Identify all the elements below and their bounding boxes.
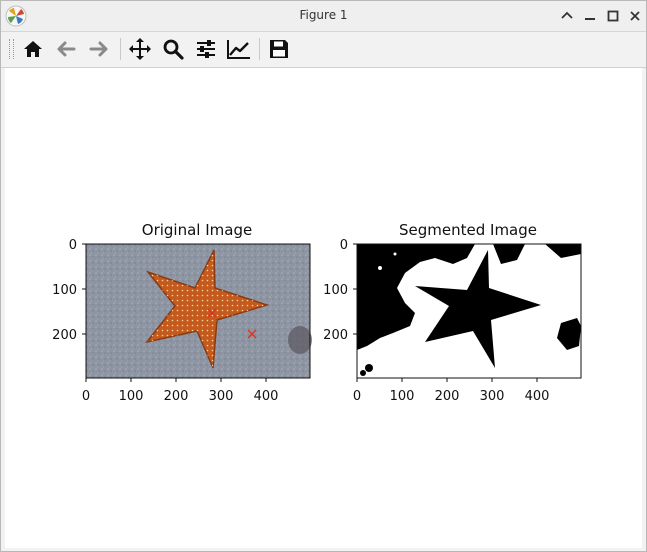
navigation-toolbar	[1, 32, 646, 68]
right-xtick-label: 400	[525, 389, 550, 404]
left-xtick-label: 100	[119, 389, 144, 404]
left-axes: Original Image 0 100 200 300 400 0 100 2…	[52, 221, 312, 404]
window-title: Figure 1	[299, 8, 348, 22]
right-xtick-label: 200	[435, 389, 460, 404]
left-xtick-label: 0	[82, 389, 90, 404]
save-button[interactable]	[266, 36, 292, 62]
forward-arrow-icon	[89, 41, 108, 57]
back-button[interactable]	[53, 36, 79, 62]
left-xtick-label: 400	[254, 389, 279, 404]
figure-canvas[interactable]: Original Image 0 100 200 300 400 0 100 2…	[5, 68, 642, 548]
left-ytick-label: 200	[52, 328, 77, 343]
maximize-icon[interactable]	[604, 7, 622, 25]
minimize-chevron-icon[interactable]	[558, 7, 576, 25]
zoom-icon	[163, 39, 184, 60]
title-bar[interactable]: Figure 1	[1, 1, 646, 32]
left-xtick-label: 200	[164, 389, 189, 404]
minimize-icon[interactable]	[581, 7, 599, 25]
left-axes-title: Original Image	[142, 221, 252, 239]
edit-axes-icon	[227, 40, 250, 59]
forward-button[interactable]	[86, 36, 112, 62]
left-ytick-label: 100	[52, 283, 77, 298]
figure-plot: Original Image 0 100 200 300 400 0 100 2…	[52, 221, 582, 404]
configure-subplots-button[interactable]	[193, 36, 219, 62]
home-icon	[24, 41, 42, 57]
right-axes-title: Segmented Image	[399, 221, 537, 239]
figure-window: Figure 1 Original Image 0 100 200 300 40…	[0, 0, 647, 552]
left-xtick-label: 300	[209, 389, 234, 404]
toolbar-separator	[120, 38, 121, 60]
save-icon	[270, 40, 288, 58]
home-button[interactable]	[20, 36, 46, 62]
right-axes: Segmented Image 0 100 200 300 400 0 100 …	[323, 221, 582, 404]
zoom-button[interactable]	[160, 36, 186, 62]
right-xtick-label: 0	[353, 389, 361, 404]
right-ytick-label: 200	[323, 328, 348, 343]
configure-subplots-icon	[197, 40, 215, 58]
right-ytick-label: 0	[340, 238, 348, 253]
toolbar-grip[interactable]	[9, 39, 14, 59]
pan-icon	[129, 38, 151, 60]
back-arrow-icon	[57, 41, 76, 57]
pan-button[interactable]	[127, 36, 153, 62]
edit-axes-button[interactable]	[226, 36, 252, 62]
right-xtick-label: 100	[390, 389, 415, 404]
left-ytick-label: 0	[69, 238, 77, 253]
close-icon[interactable]	[626, 7, 644, 25]
right-xtick-label: 300	[480, 389, 505, 404]
toolbar-separator	[259, 38, 260, 60]
right-ytick-label: 100	[323, 283, 348, 298]
